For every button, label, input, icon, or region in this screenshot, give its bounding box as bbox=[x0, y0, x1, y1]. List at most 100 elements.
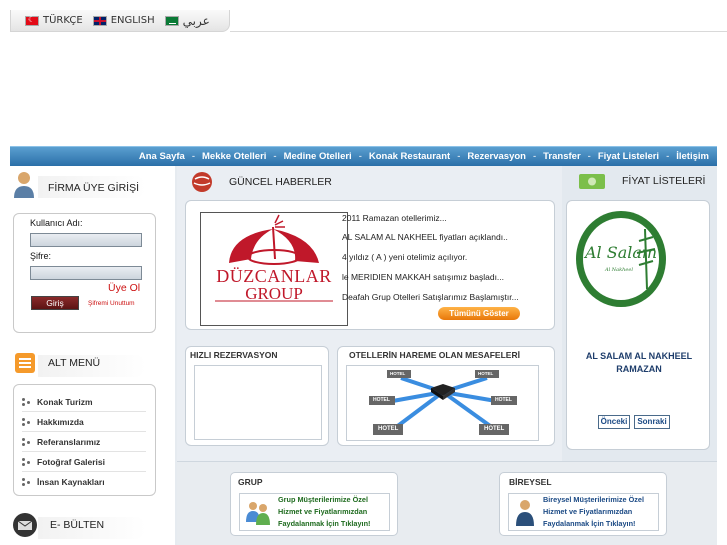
left-sidebar: FİRMA ÜYE GİRİŞİ Kullanıcı Adı: Şifre: Ü… bbox=[10, 166, 175, 545]
group-users-icon bbox=[246, 502, 270, 525]
right-column: FİYAT LİSTELERİ Al Salam Al Nakheel AL S… bbox=[562, 166, 717, 461]
user-icon bbox=[14, 172, 34, 198]
show-all-button[interactable]: Tümünü Göster bbox=[438, 307, 520, 320]
hotel-label: HOTEL bbox=[390, 371, 406, 376]
alt-menu-header: ALT MENÜ bbox=[14, 352, 100, 374]
distances-diagram[interactable]: HOTEL HOTEL HOTEL HOTEL HOTEL HOTEL bbox=[346, 365, 539, 441]
alt-menu: Konak Turizm Hakkımızda Referanslarımız … bbox=[13, 384, 156, 496]
menu-item-label: Konak Turizm bbox=[37, 396, 93, 407]
nav-item-mecca-hotels[interactable]: Mekke Otelleri bbox=[202, 151, 266, 162]
nav-item-reservation[interactable]: Rezervasyon bbox=[467, 151, 526, 162]
mail-icon bbox=[13, 513, 37, 537]
next-button[interactable]: Sonraki bbox=[634, 415, 670, 429]
password-label: Şifre: bbox=[30, 251, 52, 261]
group-promo-link[interactable]: Grup Müşterilerimize Özel Hizmet ve Fiya… bbox=[239, 493, 390, 531]
divider bbox=[230, 31, 727, 32]
promo-strip: GRUP Grup Müşterilerimize Özel Hizmet ve… bbox=[177, 461, 717, 545]
username-label: Kullanıcı Adı: bbox=[30, 218, 83, 228]
lang-label: ENGLISH bbox=[110, 15, 155, 26]
nav-separator: - bbox=[457, 151, 461, 162]
bullet-icon bbox=[22, 397, 30, 406]
lang-turkish[interactable]: TÜRKÇE bbox=[25, 15, 83, 26]
register-link[interactable]: Üye Ol bbox=[108, 282, 140, 294]
hotel-distance-map bbox=[369, 370, 517, 435]
promo-line: Faydalanmak İçin Tıklayın! bbox=[278, 519, 371, 528]
money-icon bbox=[579, 174, 605, 189]
reservation-widget[interactable] bbox=[194, 365, 322, 440]
hotel-logo-text: Al Salam bbox=[585, 243, 658, 262]
nav-separator: - bbox=[273, 151, 277, 162]
hotel-label: HOTEL bbox=[373, 397, 390, 403]
menu-item-references[interactable]: Referanslarımız bbox=[22, 432, 146, 452]
hotel-name-line1: AL SALAM AL NAKHEEL bbox=[585, 351, 693, 361]
nav-separator: - bbox=[358, 151, 362, 162]
company-logo: DÜZCANLAR GROUP bbox=[200, 212, 348, 326]
nav-separator: - bbox=[666, 151, 670, 162]
menu-item-konak-turizm[interactable]: Konak Turizm bbox=[22, 392, 146, 412]
nav-item-contact[interactable]: İletişim bbox=[676, 151, 709, 162]
news-item[interactable]: Deafah Grup Otelleri Satışlarımız Başlam… bbox=[342, 292, 519, 302]
individual-title: BİREYSEL bbox=[509, 477, 552, 487]
username-input[interactable] bbox=[30, 233, 142, 247]
price-list-panel: Al Salam Al Nakheel AL SALAM AL NAKHEEL … bbox=[566, 200, 710, 450]
nav-separator: - bbox=[532, 151, 537, 162]
price-lists-header: FİYAT LİSTELERİ bbox=[578, 171, 705, 191]
menu-item-label: Hakkımızda bbox=[37, 416, 84, 427]
news-header: GÜNCEL HABERLER bbox=[191, 171, 332, 193]
bullet-icon bbox=[22, 478, 30, 486]
promo-line: Hizmet ve Fiyatlarımızdan bbox=[278, 507, 368, 516]
hotel-label: HOTEL bbox=[378, 426, 399, 432]
nav-item-price-lists[interactable]: Fiyat Listeleri bbox=[598, 151, 659, 162]
menu-item-label: Fotoğraf Galerisi bbox=[37, 456, 106, 467]
bullet-icon bbox=[22, 457, 30, 466]
quick-reservation-panel: HIZLI REZERVASYON bbox=[185, 346, 329, 446]
flag-tr-icon bbox=[25, 15, 39, 26]
menu-item-label: İnsan Kaynakları bbox=[37, 477, 105, 487]
menu-item-gallery[interactable]: Fotoğraf Galerisi bbox=[22, 452, 146, 472]
language-bar: TÜRKÇE ENGLISH عربي bbox=[10, 10, 230, 32]
hotel-logo-sub: Al Nakheel bbox=[605, 267, 633, 273]
news-item[interactable]: le MERIDIEN MAKKAH satışımız başladı... bbox=[342, 272, 504, 282]
lang-label: TÜRKÇE bbox=[43, 15, 83, 26]
news-panel: DÜZCANLAR GROUP 2011 Ramazan otellerimiz… bbox=[185, 200, 555, 330]
promo-line: Faydalanmak İçin Tıklayın! bbox=[543, 519, 636, 528]
login-form: Kullanıcı Adı: Şifre: Üye Ol Giriş Şifre… bbox=[13, 213, 156, 333]
flag-uk-icon bbox=[92, 15, 107, 26]
prev-button[interactable]: Önceki bbox=[598, 415, 630, 429]
flag-sa-icon bbox=[164, 15, 179, 26]
news-item[interactable]: 4 yıldız ( A ) yeni otelimiz açılıyor. bbox=[342, 252, 467, 262]
hotel-name-line2: RAMAZAN bbox=[616, 364, 662, 374]
promo-line: Hizmet ve Fiyatlarımızdan bbox=[543, 507, 633, 516]
individual-promo: BİREYSEL Bireysel Müşterilerimize Özel H… bbox=[499, 472, 667, 536]
alt-menu-title: ALT MENÜ bbox=[48, 357, 101, 369]
nav-item-transfer[interactable]: Transfer bbox=[543, 151, 581, 162]
individual-promo-text: Bireysel Müşterilerimize Özel Hizmet ve … bbox=[543, 494, 644, 530]
group-promo: GRUP Grup Müşterilerimize Özel Hizmet ve… bbox=[230, 472, 398, 536]
main-nav: Ana Sayfa - Mekke Otelleri - Medine Otel… bbox=[10, 146, 717, 166]
lang-arabic[interactable]: عربي bbox=[164, 13, 210, 28]
main-content: FİRMA ÜYE GİRİŞİ Kullanıcı Adı: Şifre: Ü… bbox=[10, 166, 717, 545]
login-header: FİRMA ÜYE GİRİŞİ bbox=[12, 170, 139, 200]
menu-item-about[interactable]: Hakkımızda bbox=[22, 412, 146, 432]
lang-english[interactable]: ENGLISH bbox=[92, 15, 155, 26]
individual-promo-link[interactable]: Bireysel Müşterilerimize Özel Hizmet ve … bbox=[508, 493, 659, 531]
login-button[interactable]: Giriş bbox=[31, 296, 79, 310]
bulletin-title: E- BÜLTEN bbox=[50, 519, 105, 531]
news-title: GÜNCEL HABERLER bbox=[229, 176, 332, 188]
lang-label: عربي bbox=[182, 13, 210, 28]
menu-item-hr[interactable]: İnsan Kaynakları bbox=[22, 472, 146, 492]
nav-item-home[interactable]: Ana Sayfa bbox=[139, 151, 185, 162]
promo-line: Grup Müşterilerimize Özel bbox=[278, 495, 369, 504]
login-title: FİRMA ÜYE GİRİŞİ bbox=[48, 182, 140, 194]
distances-panel: OTELLERİN HAREME OLAN MESAFELERİ HOTEL H… bbox=[337, 346, 555, 446]
promo-line: Bireysel Müşterilerimize Özel bbox=[543, 495, 644, 504]
bullet-icon bbox=[22, 437, 30, 446]
hotel-label: HOTEL bbox=[484, 426, 505, 432]
nav-item-restaurant[interactable]: Konak Restaurant bbox=[369, 151, 450, 162]
forgot-password-link[interactable]: Şifremi Unuttum bbox=[88, 300, 135, 307]
news-item[interactable]: 2011 Ramazan otellerimiz... bbox=[342, 213, 447, 223]
nav-item-medina-hotels[interactable]: Medine Otelleri bbox=[284, 151, 352, 162]
password-input[interactable] bbox=[30, 266, 142, 280]
price-lists-title: FİYAT LİSTELERİ bbox=[622, 175, 706, 187]
news-item[interactable]: AL SALAM AL NAKHEEL fiyatları açıklandı.… bbox=[342, 232, 508, 242]
